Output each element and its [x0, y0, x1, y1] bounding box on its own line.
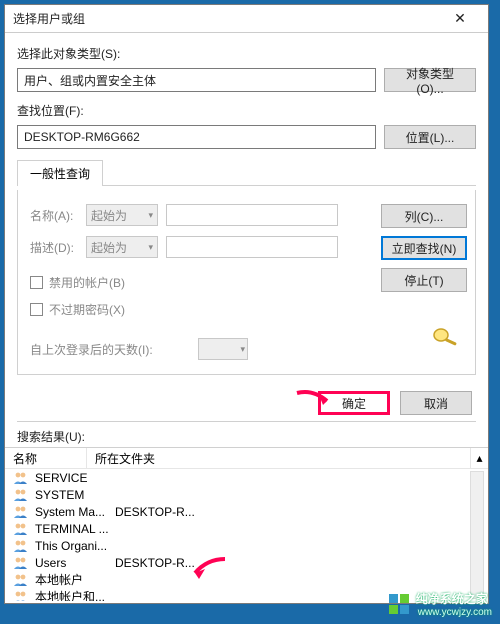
group-icon — [13, 590, 29, 602]
group-icon — [13, 471, 29, 485]
chevron-down-icon: ▾ — [148, 210, 153, 221]
columns-button[interactable]: 列(C)... — [381, 204, 467, 228]
disabled-accounts-label: 禁用的帐户(B) — [49, 274, 125, 291]
chevron-down-icon: ▾ — [148, 242, 153, 253]
cancel-button[interactable]: 取消 — [400, 391, 472, 415]
location-label: 查找位置(F): — [17, 102, 476, 119]
list-item[interactable]: SERVICE — [7, 469, 486, 486]
ok-button[interactable]: 确定 — [318, 391, 390, 415]
object-types-button[interactable]: 对象类型(O)... — [384, 68, 476, 92]
find-now-button[interactable]: 立即查找(N) — [381, 236, 467, 260]
group-icon — [13, 505, 29, 519]
days-since-logon-label: 自上次登录后的天数(I): — [30, 341, 190, 358]
list-item[interactable]: Users DESKTOP-R... — [7, 554, 486, 571]
row-name: This Organi... — [35, 539, 109, 553]
location-field[interactable] — [17, 125, 376, 149]
group-icon — [13, 573, 29, 587]
days-since-logon-spin[interactable]: ▾ — [198, 338, 248, 360]
row-name: Users — [35, 556, 109, 570]
row-name: SERVICE — [35, 471, 109, 485]
list-item[interactable]: This Organi... — [7, 537, 486, 554]
stop-button[interactable]: 停止(T) — [381, 268, 467, 292]
list-item[interactable]: System Ma... DESKTOP-R... — [7, 503, 486, 520]
object-type-label: 选择此对象类型(S): — [17, 45, 476, 62]
non-expiring-pw-checkbox[interactable] — [30, 303, 43, 316]
list-item[interactable]: TERMINAL ... — [7, 520, 486, 537]
group-icon — [13, 488, 29, 502]
list-item[interactable]: 本地帐户 — [7, 571, 486, 588]
row-name: SYSTEM — [35, 488, 109, 502]
group-icon — [13, 522, 29, 536]
row-name: System Ma... — [35, 505, 109, 519]
name-label: 名称(A): — [30, 207, 78, 224]
results-list[interactable]: SERVICE SYSTEM System Ma... DESKTOP-R... TER… — [7, 469, 486, 601]
query-panel: 名称(A): 起始为▾ 描述(D): 起始为▾ 禁用的帐户(B) — [17, 190, 476, 375]
select-users-groups-dialog: 选择用户或组 ✕ 选择此对象类型(S): 对象类型(O)... 查找位置(F):… — [4, 4, 489, 604]
query-tabs: 一般性查询 — [17, 159, 476, 186]
row-name: 本地帐户 — [35, 571, 109, 588]
locations-button[interactable]: 位置(L)... — [384, 125, 476, 149]
disabled-accounts-checkbox[interactable] — [30, 276, 43, 289]
col-folder[interactable]: 所在文件夹 — [87, 448, 470, 468]
titlebar: 选择用户或组 ✕ — [5, 5, 488, 33]
window-title: 选择用户或组 — [13, 10, 440, 27]
name-mode-combo[interactable]: 起始为▾ — [86, 204, 158, 226]
group-icon — [13, 539, 29, 553]
list-item[interactable]: SYSTEM — [7, 486, 486, 503]
results-header: 名称 所在文件夹 ▴ — [5, 447, 488, 469]
chevron-down-icon: ▾ — [240, 344, 245, 355]
tab-common-queries[interactable]: 一般性查询 — [17, 160, 103, 186]
col-name[interactable]: 名称 — [5, 448, 87, 468]
desc-input[interactable] — [166, 236, 338, 258]
desc-label: 描述(D): — [30, 239, 78, 256]
watermark-url: www.ycwjzy.com — [418, 607, 492, 618]
desc-mode-combo[interactable]: 起始为▾ — [86, 236, 158, 258]
object-type-field[interactable] — [17, 68, 376, 92]
name-input[interactable] — [166, 204, 338, 226]
row-folder: DESKTOP-R... — [115, 505, 486, 519]
scroll-up-button[interactable]: ▴ — [470, 448, 488, 468]
search-icon — [429, 326, 463, 346]
results-label: 搜索结果(U): — [5, 422, 488, 447]
vertical-scrollbar[interactable] — [470, 471, 484, 599]
row-folder: DESKTOP-R... — [115, 556, 486, 570]
non-expiring-pw-label: 不过期密码(X) — [49, 301, 125, 318]
list-item[interactable]: 本地帐户和... — [7, 588, 486, 601]
row-name: 本地帐户和... — [35, 588, 109, 601]
row-name: TERMINAL ... — [35, 522, 109, 536]
close-button[interactable]: ✕ — [440, 8, 480, 30]
group-icon — [13, 556, 29, 570]
